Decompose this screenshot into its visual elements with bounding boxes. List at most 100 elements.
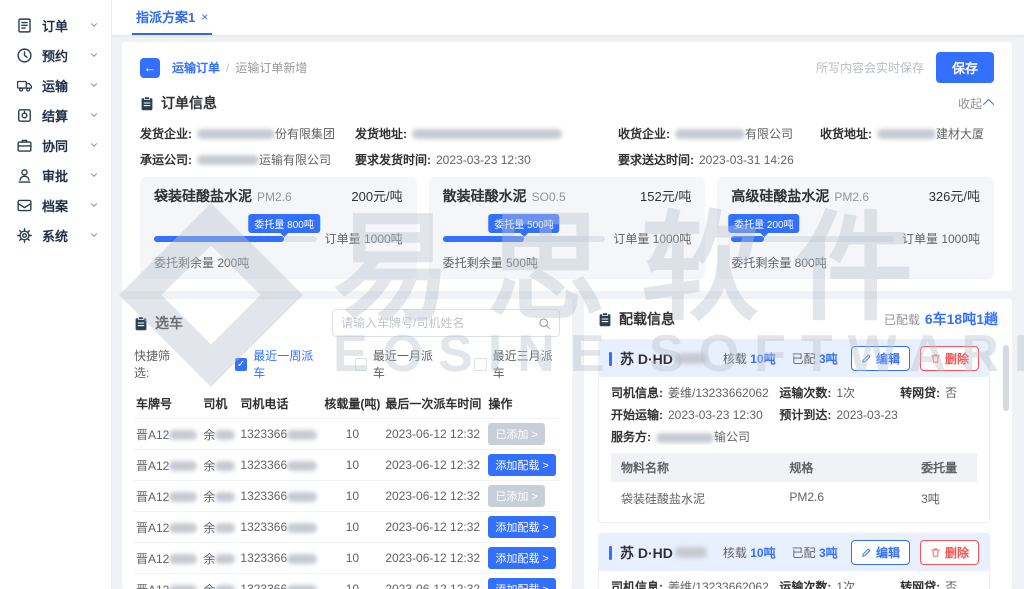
edit-label: 编辑 [876,350,900,367]
sidebar-item-label: 运输 [42,76,68,95]
table-column-header: 最后一次派车时间 [383,389,486,419]
add-loading-button[interactable]: 添加配载 > [488,578,555,589]
plate-number: 晋A12 [136,552,169,566]
loaded-summary-label: 已配载 [884,311,920,328]
add-loading-button[interactable]: 添加配载 > [488,454,555,476]
add-loading-button[interactable]: 已添加 > [488,423,544,445]
plate-number: 晋A12 [136,490,169,504]
save-button[interactable]: 保存 [936,52,994,83]
vehicle-picker-panel: 选车 快捷筛选: ✓ 最近一周派车 ✓ 最近一月派车 ✓ 最近三月派车 [122,299,572,589]
sidebar-item[interactable]: 系统 [0,220,111,250]
search-input[interactable] [341,316,538,330]
checkbox-icon[interactable]: ✓ [474,358,486,371]
redacted-text [197,129,275,139]
edit-button[interactable]: 编辑 [851,346,910,371]
order-info-title: 订单信息 [161,93,217,113]
plate-number: 晋A12 [136,583,169,589]
loading-info-title: 配载信息 [619,309,675,329]
loan-label: 转网贷: [900,386,940,400]
table-row: 晋A12 余 1323366 10 2023-06-12 12:32 已添加 > [134,419,560,450]
pencil-icon [861,353,872,364]
filter-checkbox[interactable]: ✓ 最近一周派车 [235,347,321,381]
plate-number: 晋A12 [136,428,169,442]
provider-value: 输公司 [714,430,750,444]
sidebar-item-icon [16,17,33,34]
redacted-text [169,523,197,533]
redacted-text [169,430,197,440]
plate-number: 晋A12 [136,521,169,535]
collapse-toggle[interactable]: 收起 [958,95,994,112]
chevron-up-icon [983,99,994,110]
last-dispatch-time: 2023-06-12 12:32 [383,574,486,589]
sidebar-item[interactable]: 运输 [0,70,111,100]
add-loading-button[interactable]: 已添加 > [488,485,544,507]
sidebar-item[interactable]: 订单 [0,10,111,40]
search-icon[interactable] [538,317,551,330]
sidebar-item-icon [16,77,33,94]
edit-button[interactable]: 编辑 [851,540,910,565]
filter-checkbox[interactable]: ✓ 最近一月派车 [355,347,441,381]
driver-name: 余 [203,428,215,442]
redacted-text [215,554,235,564]
vehicle-picker-title: 选车 [155,313,183,333]
back-button[interactable]: ← [140,58,160,78]
add-loading-button[interactable]: 添加配载 > [488,547,555,569]
progress-track: 委托量 200吨 [731,236,894,242]
capacity-label: 核载 [723,352,747,366]
field-label: 收货企业: [618,125,670,142]
accent-bar [609,352,612,366]
tab-dispatch-plan[interactable]: 指派方案1 × [132,7,212,35]
progress-fill [154,236,284,242]
product-name: 袋装硅酸盐水泥 [154,186,252,206]
checkbox-icon[interactable]: ✓ [235,358,247,371]
sidebar-item[interactable]: 协同 [0,130,111,160]
redacted-text [169,585,197,589]
table-row: 晋A12 余 1323366 10 2023-06-12 12:32 添加配载 … [134,512,560,543]
table-column-header: 司机电话 [238,389,321,419]
checkbox-icon[interactable]: ✓ [355,358,367,371]
sidebar-item[interactable]: 结算 [0,100,111,130]
capacity-value: 10吨 [750,546,775,560]
redacted-text [675,353,707,364]
field-label: 承运公司: [140,151,192,168]
close-tab-icon[interactable]: × [201,10,208,24]
loaded-label: 已配 [792,352,816,366]
add-loading-button[interactable]: 添加配载 > [488,516,555,538]
start-time-value: 2023-03-23 12:30 [668,408,763,422]
delete-button[interactable]: 删除 [920,540,979,565]
loan-label: 转网贷: [900,580,940,589]
eta-label: 预计到达: [779,408,831,422]
vehicle-plate: 苏 D·HD [620,543,673,563]
loan-value: 否 [945,386,957,400]
tab-bar: 指派方案1 × [112,0,1024,36]
app-window: 订单 预约 运输 结算 协同 审批 档案 系统 [0,0,1024,589]
trash-icon [930,353,941,364]
last-dispatch-time: 2023-06-12 12:32 [383,512,486,543]
page-content: ← 运输订单 / 运输订单新增 所写内容会实时保存 保存 订单信息 收起 [112,36,1024,589]
product-price: 200元/吨 [351,186,402,205]
scrollbar-thumb[interactable] [1003,345,1009,411]
table-row: 晋A12 余 1323366 10 2023-06-12 12:32 已添加 > [134,481,560,512]
filter-checkbox[interactable]: ✓ 最近三月派车 [474,347,560,381]
start-time-label: 开始运输: [611,408,663,422]
sidebar-item-icon [16,197,33,214]
material-col-header: 物料名称 [611,453,779,482]
loaded-value: 3吨 [819,352,838,366]
sidebar-item[interactable]: 审批 [0,160,111,190]
plate-number: 晋A12 [136,459,169,473]
redacted-text [215,492,235,502]
chevron-down-icon [89,110,99,120]
redacted-text [656,433,714,443]
collapse-label: 收起 [958,95,982,112]
pencil-icon [861,547,872,558]
material-qty: 3吨 [911,482,977,513]
sidebar-item[interactable]: 预约 [0,40,111,70]
delete-button[interactable]: 删除 [920,346,979,371]
order-info-panel: ← 运输订单 / 运输订单新增 所写内容会实时保存 保存 订单信息 收起 [122,42,1012,291]
delete-label: 删除 [945,350,969,367]
sidebar-item[interactable]: 档案 [0,190,111,220]
loaded-summary-value: 6车18吨1趟 [925,309,998,329]
breadcrumb-parent-link[interactable]: 运输订单 [172,59,220,76]
remaining-quantity-label: 委托剩余量 500吨 [443,254,692,271]
loading-card-header: 苏 D·HD 核载 10吨 已配 3吨 编辑 删除 [599,340,989,377]
